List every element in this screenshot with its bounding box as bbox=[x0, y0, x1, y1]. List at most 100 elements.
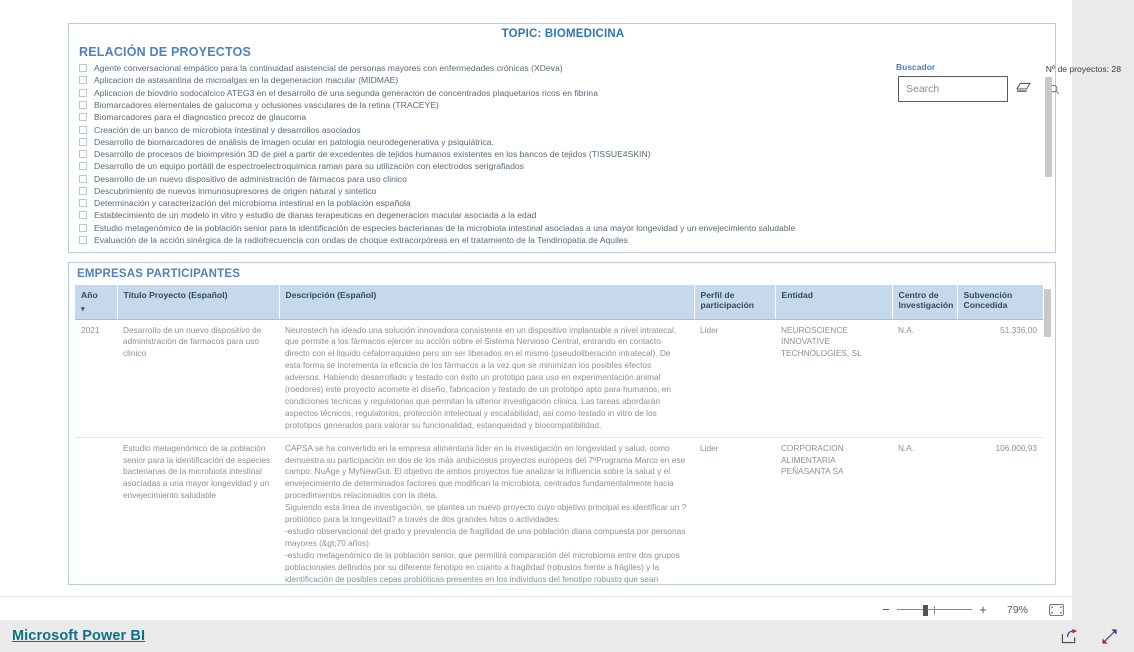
search-slicer[interactable] bbox=[898, 76, 1059, 102]
cell-entity: CORPORACION ALIMENTARIA PEÑASANTA SA bbox=[775, 437, 892, 584]
column-header-grant[interactable]: Subvención Concedida bbox=[957, 285, 1043, 320]
project-checkbox[interactable] bbox=[79, 186, 87, 195]
zoom-in-button[interactable]: + bbox=[976, 603, 990, 616]
zoom-level-value: 79% bbox=[1006, 603, 1028, 616]
column-header-description[interactable]: Descripción (Español) bbox=[279, 285, 695, 320]
project-checkbox[interactable] bbox=[79, 236, 87, 245]
report-canvas: TOPIC: BIOMEDICINA RELACIÓN DE PROYECTOS… bbox=[0, 0, 1121, 622]
topic-title: TOPIC: BIOMEDICINA bbox=[501, 28, 625, 40]
project-list-item[interactable]: Creación de un banco de microbiota intes… bbox=[79, 123, 1039, 135]
empresas-heading: EMPRESAS PARTICIPANTES bbox=[77, 268, 241, 280]
project-checkbox[interactable] bbox=[79, 199, 87, 208]
report-zoom-bar: − + 79% bbox=[0, 596, 1072, 622]
project-checkbox[interactable] bbox=[79, 88, 87, 97]
page-footer: Microsoft Power BI bbox=[0, 620, 1134, 652]
footer-actions bbox=[1060, 627, 1118, 645]
search-label: Buscador bbox=[896, 62, 936, 72]
project-checkbox[interactable] bbox=[79, 64, 87, 73]
eraser-icon[interactable] bbox=[1015, 81, 1031, 95]
project-label: Aplicacion de astasantina de microalgas … bbox=[94, 75, 399, 86]
project-checkbox[interactable] bbox=[79, 125, 87, 134]
project-checkbox[interactable] bbox=[79, 100, 87, 109]
zoom-out-button[interactable]: − bbox=[879, 603, 893, 616]
project-list-item[interactable]: Desarrollo de un equipo portátil de espe… bbox=[79, 160, 1039, 172]
projects-count: Nº de proyectos: 28 bbox=[1045, 64, 1121, 74]
empresas-table-wrapper[interactable]: Año ▾ Titulo Proyecto (Español) Descripc… bbox=[75, 285, 1051, 584]
projects-scrollbar-thumb[interactable] bbox=[1045, 77, 1052, 177]
project-list-item[interactable]: Biomarcadores elementales de galucoma y … bbox=[79, 99, 1039, 111]
column-header-year[interactable]: Año ▾ bbox=[75, 285, 118, 320]
project-checkbox[interactable] bbox=[79, 162, 87, 171]
powerbi-brand-link[interactable]: Microsoft Power BI bbox=[12, 628, 145, 644]
project-label: Desarrollo de un equipo portátil de espe… bbox=[94, 161, 524, 172]
project-list-item[interactable]: Descubrimiento de nuevos inmunosupresore… bbox=[79, 185, 1039, 197]
project-list-item[interactable]: Evaluación de la acción sinérgica de la … bbox=[79, 234, 1039, 246]
cell-description: CAPSA se ha convertido en la empresa ali… bbox=[279, 437, 694, 584]
project-list-item[interactable]: Estudio metagenómico de la población sen… bbox=[79, 222, 1039, 234]
cell-grant: 106.000,93 bbox=[957, 437, 1043, 584]
empresas-visual: EMPRESAS PARTICIPANTES Año ▾ Titulo Proy… bbox=[68, 262, 1056, 585]
project-label: Biomarcadores para el diagnostico precoz… bbox=[94, 112, 307, 123]
projects-visual: TOPIC: BIOMEDICINA RELACIÓN DE PROYECTOS… bbox=[68, 23, 1121, 253]
projects-heading: RELACIÓN DE PROYECTOS bbox=[79, 45, 252, 59]
sort-descending-caret-icon[interactable]: ▾ bbox=[81, 306, 111, 313]
project-checkbox[interactable] bbox=[79, 113, 87, 122]
project-list-item[interactable]: Aplicacion de biovdrio sodocalcico ATEG3… bbox=[79, 87, 1039, 99]
table-header-row: Año ▾ Titulo Proyecto (Español) Descripc… bbox=[75, 285, 1043, 320]
project-label: Aplicacion de biovdrio sodocalcico ATEG3… bbox=[94, 87, 598, 98]
project-checkbox[interactable] bbox=[79, 76, 87, 85]
cell-description: Neurostech ha ideado una solución innova… bbox=[279, 319, 694, 438]
column-header-entity[interactable]: Entidad bbox=[775, 285, 893, 320]
empresas-table: Año ▾ Titulo Proyecto (Español) Descripc… bbox=[75, 285, 1043, 584]
project-label: Agente conversacional empático para la c… bbox=[94, 63, 563, 74]
project-checkbox[interactable] bbox=[79, 211, 87, 220]
project-checkbox[interactable] bbox=[79, 174, 87, 183]
column-header-profile[interactable]: Perfil de participación bbox=[694, 285, 776, 320]
project-label: Determinación y caracterización del micr… bbox=[94, 198, 411, 209]
cell-year: 2021 bbox=[75, 319, 117, 438]
project-label: Descubrimiento de nuevos inmunosupresore… bbox=[94, 185, 377, 196]
zoom-slider-thumb[interactable] bbox=[923, 604, 928, 616]
project-list-item[interactable]: Desarrollo de un nuevo dispositivo de ad… bbox=[79, 173, 1039, 185]
project-list-item[interactable]: Aplicacion de astasantina de microalgas … bbox=[79, 74, 1039, 86]
cell-center: N.A. bbox=[892, 319, 957, 438]
project-checkbox[interactable] bbox=[79, 150, 87, 159]
column-header-year-label: Año bbox=[81, 290, 98, 300]
project-label: Biomarcadores elementales de galucoma y … bbox=[94, 99, 439, 110]
fit-to-page-icon[interactable] bbox=[1048, 603, 1064, 616]
project-list-item[interactable]: Establecimiento de un modelo in vitro y … bbox=[79, 209, 1039, 221]
cell-profile: Lider bbox=[694, 437, 775, 584]
project-list-item[interactable]: Desarrollo de procesos de bioimpresión 3… bbox=[79, 148, 1039, 160]
cell-title: Desarrollo de un nuevo dispositivo de ad… bbox=[117, 319, 279, 438]
column-header-title[interactable]: Titulo Proyecto (Español) bbox=[117, 285, 280, 320]
cell-center: N.A. bbox=[892, 437, 957, 584]
cell-year bbox=[75, 437, 117, 584]
project-list-item[interactable]: Biomarcadores para el diagnostico precoz… bbox=[79, 111, 1039, 123]
fullscreen-icon[interactable] bbox=[1100, 627, 1118, 645]
project-label: Estudio metagenómico de la población sen… bbox=[94, 222, 796, 233]
projects-list[interactable]: Agente conversacional empático para la c… bbox=[79, 62, 1039, 250]
table-scrollbar-thumb[interactable] bbox=[1044, 289, 1051, 337]
cell-entity: NEUROSCIENCE INNOVATIVE TECHNOLOGIES, SL bbox=[775, 319, 892, 438]
power-bi-report-page: TOPIC: BIOMEDICINA RELACIÓN DE PROYECTOS… bbox=[0, 0, 1134, 652]
project-list-item[interactable]: Desarrollo de biomarcadores de análisis … bbox=[79, 136, 1039, 148]
project-checkbox[interactable] bbox=[79, 223, 87, 232]
cell-profile: Lider bbox=[694, 319, 775, 438]
project-label: Establecimiento de un modelo in vitro y … bbox=[94, 210, 537, 221]
project-label: Desarrollo de biomarcadores de análisis … bbox=[94, 136, 494, 147]
project-list-item[interactable]: Determinación y caracterización del micr… bbox=[79, 197, 1039, 209]
project-label: Desarrollo de procesos de bioimpresión 3… bbox=[94, 149, 651, 160]
zoom-slider[interactable] bbox=[897, 604, 972, 616]
project-label: Evaluación de la acción sinérgica de la … bbox=[94, 235, 628, 246]
project-label: Desarrollo de un nuevo dispositivo de ad… bbox=[94, 173, 407, 184]
project-list-item[interactable]: Agente conversacional empático para la c… bbox=[79, 62, 1039, 74]
cell-grant: 51.336,00 bbox=[957, 319, 1043, 438]
table-row[interactable]: Estudio metagenómico de la población sen… bbox=[75, 437, 1043, 584]
table-body: 2021 Desarrollo de un nuevo dispositivo d… bbox=[75, 319, 1043, 584]
column-header-center[interactable]: Centro de Investigación bbox=[892, 285, 958, 320]
share-icon[interactable] bbox=[1060, 627, 1078, 645]
cell-title: Estudio metagenómico de la población sen… bbox=[117, 437, 279, 584]
project-checkbox[interactable] bbox=[79, 137, 87, 146]
table-row[interactable]: 2021 Desarrollo de un nuevo dispositivo d… bbox=[75, 319, 1043, 438]
zoom-control: − + 79% bbox=[879, 603, 1064, 616]
